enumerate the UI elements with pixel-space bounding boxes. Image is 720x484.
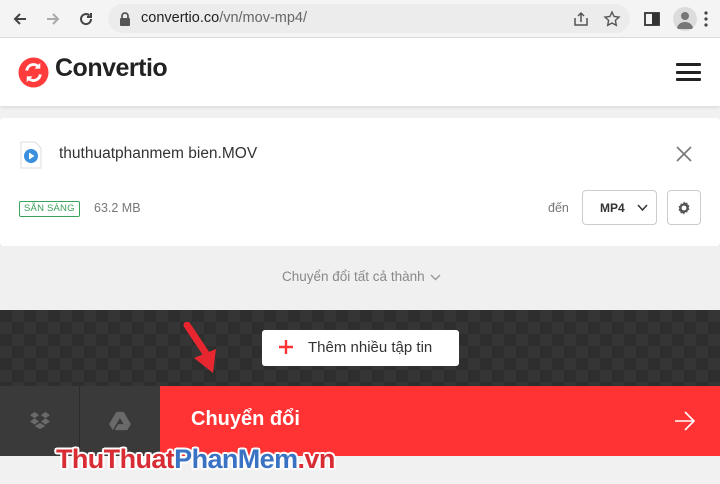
- convert-all-section: Chuyển đổi tất cả thành: [0, 246, 720, 310]
- address-bar[interactable]: convertio.co/vn/mov-mp4/: [108, 4, 630, 33]
- output-format-select[interactable]: MP4: [582, 190, 657, 225]
- sidebar-icon[interactable]: [642, 9, 662, 29]
- video-file-icon: [20, 141, 42, 169]
- convert-button-label: Chuyển đổi: [191, 408, 300, 430]
- browser-toolbar: convertio.co/vn/mov-mp4/: [0, 0, 720, 38]
- watermark-text: ThuThuatPhanMem.vn: [56, 444, 335, 474]
- url-text: convertio.co/vn/mov-mp4/: [141, 10, 308, 26]
- plus-icon: [279, 340, 293, 354]
- lock-icon: [120, 12, 130, 26]
- file-size: 63.2 MB: [94, 201, 141, 215]
- hamburger-menu-icon[interactable]: [676, 63, 701, 81]
- upload-dropzone[interactable]: Thêm nhiều tập tin: [0, 310, 720, 386]
- output-format-value: MP4: [600, 201, 625, 215]
- add-more-files-button[interactable]: Thêm nhiều tập tin: [262, 330, 459, 366]
- share-icon[interactable]: [572, 10, 590, 28]
- file-card: thuthuatphanmem bien.MOV SẴN SÀNG 63.2 M…: [0, 118, 720, 246]
- add-more-files-label: Thêm nhiều tập tin: [308, 339, 433, 356]
- settings-button[interactable]: [667, 190, 701, 225]
- reload-icon[interactable]: [74, 7, 98, 31]
- dropbox-icon: [29, 411, 50, 430]
- to-label: đến: [548, 201, 569, 215]
- google-drive-icon: [109, 411, 131, 431]
- back-icon[interactable]: [8, 7, 32, 31]
- chevron-down-icon: [637, 204, 648, 212]
- chevron-down-icon[interactable]: [430, 274, 441, 281]
- convert-all-label[interactable]: Chuyển đổi tất cả thành: [282, 269, 425, 284]
- convertio-logo-icon[interactable]: [18, 57, 49, 88]
- more-menu-icon[interactable]: [703, 10, 709, 28]
- logo-text[interactable]: Convertio: [55, 54, 168, 83]
- gear-icon: [678, 200, 690, 215]
- status-badge: SẴN SÀNG: [19, 201, 80, 217]
- file-name: thuthuatphanmem bien.MOV: [59, 145, 258, 162]
- remove-file-close-icon[interactable]: [674, 144, 694, 164]
- star-icon[interactable]: [603, 10, 621, 28]
- profile-avatar[interactable]: [673, 7, 697, 31]
- forward-icon[interactable]: [41, 7, 65, 31]
- site-header: Convertio: [0, 38, 720, 106]
- arrow-right-icon: [675, 411, 696, 431]
- annotation-arrow-icon: [183, 322, 216, 373]
